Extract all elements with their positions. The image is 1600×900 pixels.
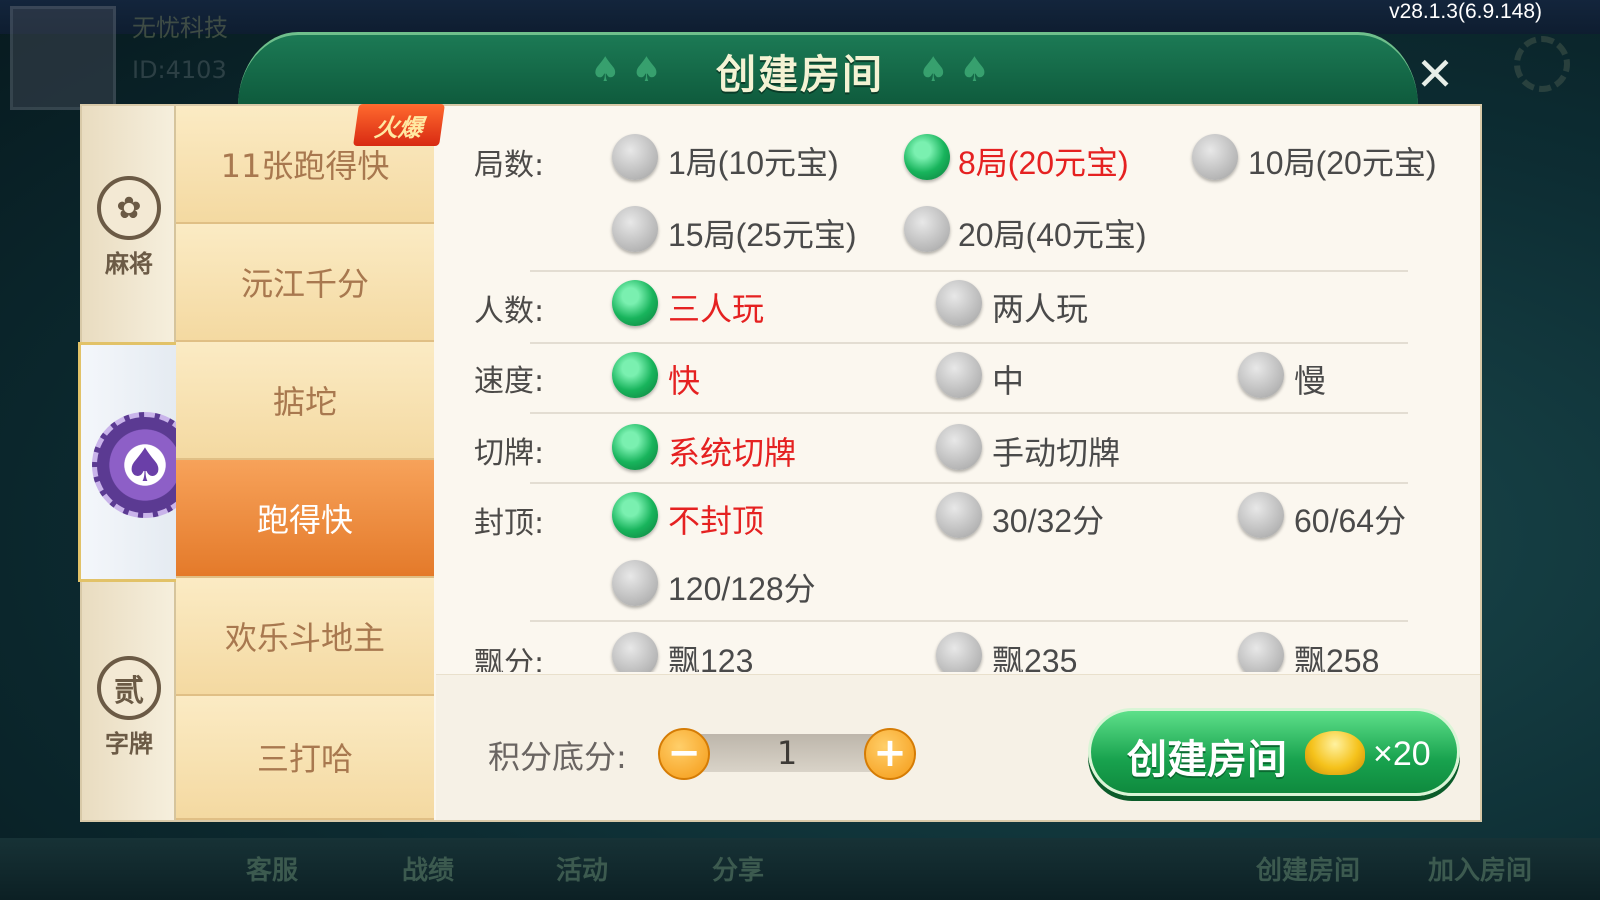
- players-label: 人数:: [474, 294, 545, 329]
- cap-label: 封顶:: [474, 506, 545, 541]
- minus-button[interactable]: −: [658, 728, 710, 780]
- gold-ingot-icon: [1305, 731, 1365, 775]
- game-item-huanle-doudizhu[interactable]: 欢乐斗地主: [176, 578, 434, 696]
- option-rounds-10[interactable]: 10局(20元宝): [1248, 138, 1437, 184]
- radio-players-two[interactable]: [936, 280, 982, 326]
- background-bottom-bar: 客服 战绩 活动 分享 创建房间 加入房间: [0, 838, 1600, 900]
- option-speed-fast[interactable]: 快: [668, 356, 700, 402]
- option-players-two[interactable]: 两人玩: [992, 284, 1088, 330]
- radio-cap-60-64[interactable]: [1238, 492, 1284, 538]
- option-speed-slow[interactable]: 慢: [1294, 356, 1326, 402]
- radio-rounds-20[interactable]: [904, 206, 950, 252]
- speed-label: 速度:: [474, 364, 545, 399]
- radio-cap-none[interactable]: [612, 492, 658, 538]
- radio-rounds-10[interactable]: [1192, 134, 1238, 180]
- category-label: 麻将: [105, 250, 153, 278]
- divider: [530, 482, 1408, 484]
- radio-players-three[interactable]: [612, 280, 658, 326]
- radio-speed-medium[interactable]: [936, 352, 982, 398]
- plus-button[interactable]: +: [864, 728, 916, 780]
- spade-icon: ♠: [124, 438, 166, 492]
- rounds-label: 局数:: [474, 148, 545, 183]
- divider: [530, 620, 1408, 622]
- base-score-label: 积分底分:: [488, 738, 627, 776]
- radio-float-123[interactable]: [612, 632, 658, 672]
- radio-float-258[interactable]: [1238, 632, 1284, 672]
- game-item-sandaha[interactable]: 三打哈: [176, 696, 434, 820]
- radio-rounds-8[interactable]: [904, 134, 950, 180]
- divider: [530, 342, 1408, 344]
- radio-cut-manual[interactable]: [936, 424, 982, 470]
- category-zipai[interactable]: 贰 字牌: [82, 656, 176, 759]
- zipai-icon: 贰: [97, 656, 161, 720]
- option-cut-manual[interactable]: 手动切牌: [992, 428, 1120, 474]
- option-cap-120-128[interactable]: 120/128分: [668, 564, 816, 610]
- option-rounds-20[interactable]: 20局(40元宝): [958, 210, 1147, 256]
- radio-rounds-1[interactable]: [612, 134, 658, 180]
- game-item-diantuo[interactable]: 掂坨: [176, 342, 434, 460]
- radio-rounds-15[interactable]: [612, 206, 658, 252]
- option-rounds-1[interactable]: 1局(10元宝): [668, 138, 839, 184]
- radio-float-235[interactable]: [936, 632, 982, 672]
- option-rounds-15[interactable]: 15局(25元宝): [668, 210, 857, 256]
- game-item-paodekuai-selected[interactable]: 跑得快: [176, 460, 434, 578]
- radio-cap-120-128[interactable]: [612, 560, 658, 606]
- create-room-label: 创建房间: [1127, 737, 1287, 783]
- option-float-235[interactable]: 飘235: [992, 636, 1077, 672]
- option-cut-system[interactable]: 系统切牌: [668, 428, 796, 474]
- create-room-cost: ×20: [1373, 735, 1431, 773]
- bg-bottom-item: 分享: [712, 856, 765, 886]
- option-cap-30-32[interactable]: 30/32分: [992, 496, 1104, 542]
- divider: [530, 412, 1408, 414]
- radio-cut-system[interactable]: [612, 424, 658, 470]
- background-top-bar: [0, 0, 1600, 34]
- game-item-yuanjiang-qianfen[interactable]: 沅江千分: [176, 224, 434, 342]
- option-float-258[interactable]: 飘258: [1294, 636, 1379, 672]
- mahjong-icon: ✿: [97, 176, 161, 240]
- radio-speed-slow[interactable]: [1238, 352, 1284, 398]
- option-cap-60-64[interactable]: 60/64分: [1294, 496, 1406, 542]
- radio-cap-30-32[interactable]: [936, 492, 982, 538]
- option-rounds-8[interactable]: 8局(20元宝): [958, 138, 1129, 184]
- options-panel: 局数: 1局(10元宝) 8局(20元宝) 10局(20元宝) 15局(25元宝…: [436, 106, 1480, 672]
- divider: [530, 270, 1408, 272]
- option-players-three[interactable]: 三人玩: [668, 284, 764, 330]
- bg-bottom-item: 客服: [246, 856, 299, 886]
- version-label: v28.1.3(6.9.148): [1389, 0, 1542, 23]
- option-speed-medium[interactable]: 中: [992, 356, 1024, 402]
- base-score-value: 1: [776, 734, 798, 772]
- hot-badge: 火爆: [353, 104, 445, 146]
- float-label: 飘分:: [474, 646, 545, 672]
- background-company-name: 无忧科技: [132, 14, 228, 42]
- bg-bottom-item: 活动: [556, 856, 609, 886]
- option-float-123[interactable]: 飘123: [668, 636, 753, 672]
- category-label: 字牌: [105, 730, 153, 758]
- category-mahjong[interactable]: ✿ 麻将: [82, 176, 176, 279]
- bg-bottom-item: 创建房间: [1256, 856, 1361, 886]
- option-cap-none[interactable]: 不封顶: [668, 496, 764, 542]
- close-icon[interactable]: ✕: [1412, 51, 1458, 98]
- radio-speed-fast[interactable]: [612, 352, 658, 398]
- bg-bottom-item: 战绩: [402, 856, 455, 886]
- cut-label: 切牌:: [474, 436, 545, 471]
- create-room-button[interactable]: 创建房间 ×20: [1088, 708, 1460, 796]
- bg-bottom-item: 加入房间: [1428, 856, 1533, 886]
- dialog-title: 创建房间: [716, 52, 884, 98]
